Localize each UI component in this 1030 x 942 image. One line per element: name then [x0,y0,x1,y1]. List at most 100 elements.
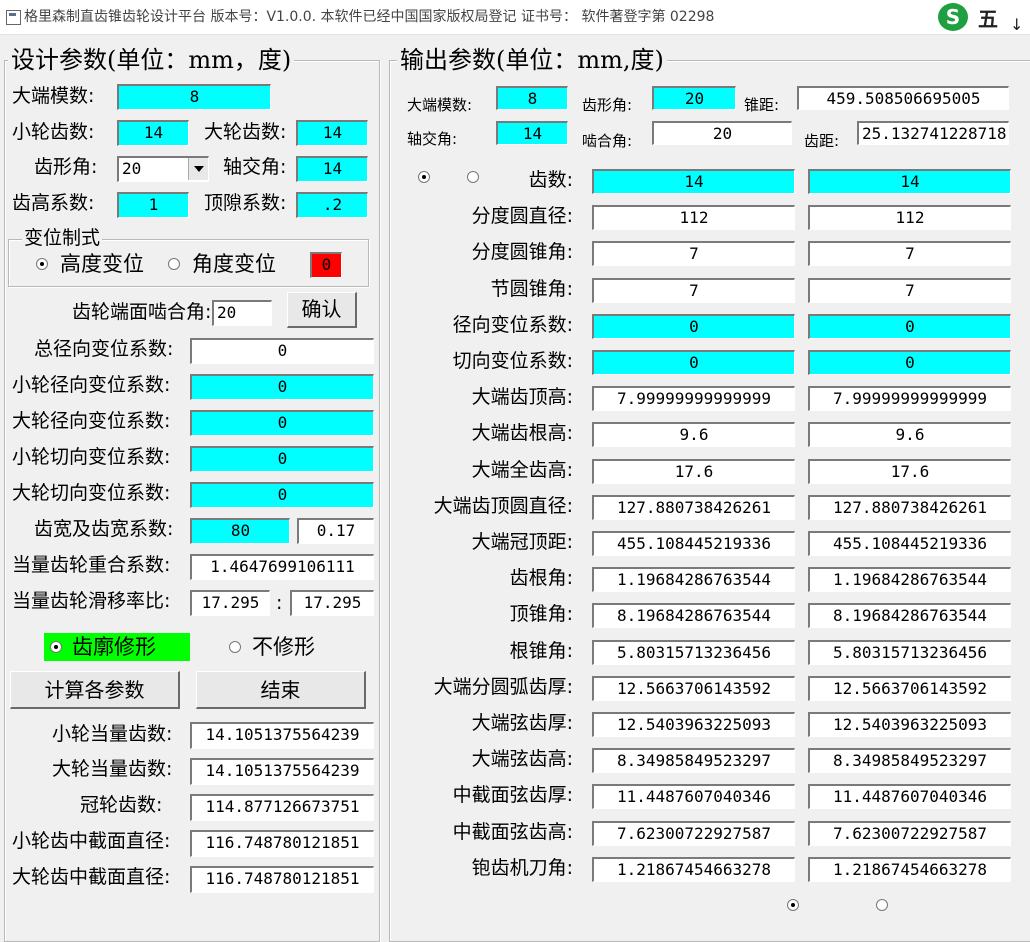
output-row-value-gear: 1.21867454663278 [808,857,1011,882]
out-mesh-angle-label: 啮合角: [582,132,633,150]
ime-logo-icon[interactable]: S [938,3,968,31]
out-cone-distance-label: 锥距: [744,96,780,114]
output-row-value-pinion: 14 [592,169,795,194]
output-row-value-gear: 0 [808,350,1011,375]
gear-tangential-label: 大轮切向变位系数: [12,482,171,504]
output-row-value-pinion: 1.19684286763544 [592,567,795,592]
output-row-value-pinion: 8.19684286763544 [592,603,795,628]
pinion-radial-input[interactable]: 0 [190,374,374,400]
clearance-coef-label: 顶隙系数: [204,192,287,214]
contact-ratio-label: 当量齿轮重合系数: [12,554,171,576]
out-module-label: 大端模数: [407,96,473,114]
out-shaft-angle-label: 轴交角: [407,130,458,148]
pressure-angle-value: 20 [122,159,142,178]
module-label: 大端模数: [12,85,95,107]
addendum-coef-input[interactable]: 1 [117,192,189,218]
output-row-label: 齿根角: [509,567,573,589]
output-params-title: 输出参数(单位：mm,度) [397,46,667,74]
output-row-value-pinion: 1.21867454663278 [592,857,795,882]
design-params-title: 设计参数(单位：mm，度) [8,46,295,74]
total-radial-label: 总径向变位系数: [34,338,174,360]
height-shift-radio[interactable] [36,258,48,270]
output-row-label: 顶锥角: [509,603,573,625]
end-button[interactable]: 结束 [196,671,366,709]
output-row-label: 中截面弦齿高: [452,821,573,843]
output-row-value-pinion: 0 [592,350,795,375]
no-modify-label[interactable]: 不修形 [252,635,315,659]
output-row-value-pinion: 7.99999999999999 [592,386,795,411]
angle-shift-radio[interactable] [168,258,180,270]
output-row-value-pinion: 455.108445219336 [592,531,795,556]
title-bar: 格里森制直齿锥齿轮设计平台 版本号：V1.0.0. 本软件已经中国国家版权局登记… [0,0,1030,35]
pinion-virtual-teeth-input[interactable]: 14.1051375564239 [190,722,374,749]
ime-toolbar[interactable]: S 五 ↓ [930,0,1030,34]
pressure-angle-label: 齿形角: [34,156,98,178]
profile-modify-label[interactable]: 齿廓修形 [72,635,156,659]
output-row-value-pinion: 12.5663706143592 [592,676,795,701]
gear-mid-diameter-input[interactable]: 116.748780121851 [190,866,374,893]
gear-mid-diameter-label: 大轮齿中截面直径: [12,866,171,888]
output-row-value-gear: 17.6 [808,459,1011,484]
gear-radial-input[interactable]: 0 [190,410,374,436]
output-row-value-gear: 8.34985849523297 [808,748,1011,773]
total-radial-input[interactable]: 0 [190,338,374,364]
output-row-value-gear: 7 [808,278,1011,303]
profile-modify-radio[interactable] [50,641,62,653]
output-row-value-gear: 12.5403963225093 [808,712,1011,737]
output-row-value-pinion: 12.5403963225093 [592,712,795,737]
pinion-teeth-input[interactable]: 14 [117,120,189,146]
shift-indicator: 0 [310,252,342,278]
module-input[interactable]: 8 [117,84,271,110]
dropdown-arrow-icon[interactable] [188,158,208,180]
shift-mode-title: 变位制式 [22,226,103,250]
out-pitch-field: 25.132741228718 [857,121,1009,145]
out-pressure-angle-label: 齿形角: [582,96,633,114]
pinion-mid-diameter-input[interactable]: 116.748780121851 [190,830,374,857]
gear-virtual-teeth-input[interactable]: 14.1051375564239 [190,758,374,785]
output-row-label: 分度圆锥角: [471,241,573,263]
slip-ratio-label: 当量齿轮滑移率比: [12,590,171,612]
crown-teeth-label: 冠轮齿数: [80,794,163,816]
gear-teeth-input[interactable]: 14 [296,120,368,146]
height-shift-label[interactable]: 高度变位 [60,252,144,276]
gear-tangential-input[interactable]: 0 [190,482,374,508]
face-width-coef-input[interactable]: 0.17 [297,518,374,544]
confirm-button[interactable]: 确认 [287,292,357,328]
output-row-label: 切向变位系数: [452,350,573,372]
pinion-teeth-label: 小轮齿数: [12,121,95,143]
angle-shift-label[interactable]: 角度变位 [192,252,276,276]
output-row-value-pinion: 17.6 [592,459,795,484]
face-width-label: 齿宽及齿宽系数: [34,518,174,540]
bottom-radio-2[interactable] [876,899,888,911]
out-cone-distance-field: 459.508506695005 [797,86,1009,110]
pinion-radial-label: 小轮径向变位系数: [12,374,171,396]
calculate-button[interactable]: 计算各参数 [10,671,180,709]
profile-modify-option[interactable]: 齿廓修形 [44,633,190,661]
output-row-label: 分度圆直径: [471,205,573,227]
mesh-angle-label: 齿轮端面啮合角: [72,301,212,323]
slip-ratio-input-1[interactable]: 17.295 [190,590,270,616]
output-row-value-pinion: 9.6 [592,422,795,447]
output-row-label: 大端齿根高: [471,422,573,444]
no-modify-radio[interactable] [229,641,241,653]
output-row-label: 节圆锥角: [490,278,573,300]
shaft-angle-input[interactable]: 14 [296,156,368,182]
clearance-coef-input[interactable]: .2 [296,192,368,218]
pinion-tangential-input[interactable]: 0 [190,446,374,472]
contact-ratio-input[interactable]: 1.4647699106111 [190,554,374,580]
bottom-radio-1[interactable] [787,899,799,911]
face-width-input[interactable]: 80 [190,518,290,544]
ime-mode-label[interactable]: 五 [978,2,998,34]
ime-arrow-icon[interactable]: ↓ [1010,8,1023,34]
out-mesh-angle-field: 20 [652,121,792,145]
output-row-value-gear: 0 [808,314,1011,339]
output-row-value-gear: 5.80315713236456 [808,640,1011,665]
mesh-angle-input[interactable]: 20 [212,300,272,326]
slip-ratio-input-2[interactable]: 17.295 [290,590,374,616]
crown-teeth-input[interactable]: 114.877126673751 [190,794,374,821]
output-row-label: 径向变位系数: [452,314,573,336]
output-row-value-pinion: 7 [592,278,795,303]
output-row-value-gear: 127.880738426261 [808,495,1011,520]
pressure-angle-select[interactable]: 20 [117,156,209,182]
output-row-label: 大端齿顶高: [471,386,573,408]
